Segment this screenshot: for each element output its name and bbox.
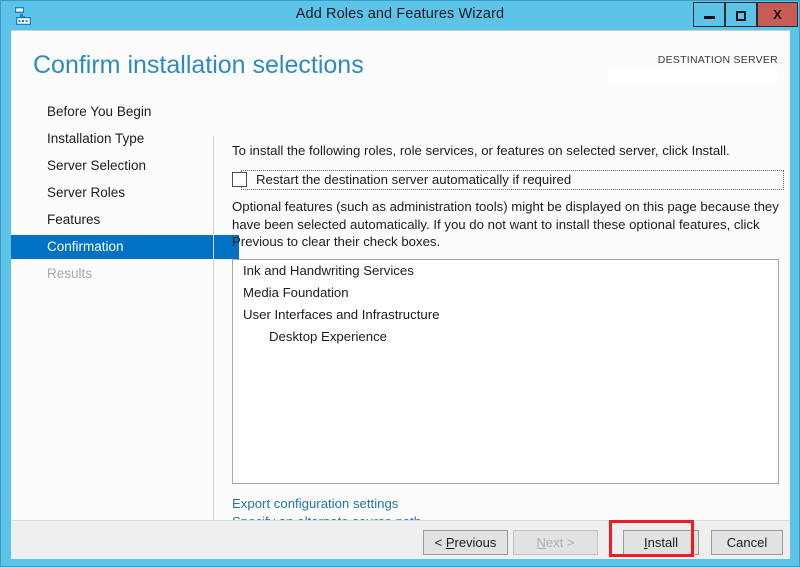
- install-button[interactable]: Install: [623, 530, 699, 555]
- restart-checkbox-label[interactable]: Restart the destination server automatic…: [256, 171, 571, 189]
- window-title: Add Roles and Features Wizard: [295, 6, 505, 22]
- sidebar-item-installation-type[interactable]: Installation Type: [11, 127, 203, 151]
- wizard-header: Confirm installation selections DESTINAT…: [11, 31, 790, 100]
- close-button[interactable]: X: [757, 2, 798, 27]
- destination-server-block: DESTINATION SERVER: [608, 54, 778, 83]
- list-item[interactable]: Desktop Experience: [233, 326, 778, 348]
- sidebar-item-server-roles[interactable]: Server Roles: [11, 181, 203, 205]
- cancel-button[interactable]: Cancel: [711, 530, 783, 555]
- wizard-sidebar: Before You Begin Installation Type Serve…: [11, 100, 239, 520]
- maximize-button[interactable]: [725, 2, 757, 27]
- list-item[interactable]: User Interfaces and Infrastructure: [233, 304, 778, 326]
- restart-checkbox-row[interactable]: Restart the destination server automatic…: [232, 170, 784, 191]
- selected-features-list[interactable]: Ink and Handwriting Services Media Found…: [232, 259, 779, 484]
- list-item[interactable]: Ink and Handwriting Services: [233, 260, 778, 282]
- page-title: Confirm installation selections: [33, 51, 364, 79]
- restart-checkbox[interactable]: [232, 172, 247, 187]
- sidebar-item-features[interactable]: Features: [11, 208, 203, 232]
- wizard-client-area: Confirm installation selections DESTINAT…: [11, 30, 790, 559]
- export-configuration-settings-link[interactable]: Export configuration settings: [232, 495, 421, 513]
- optional-features-text: Optional features (such as administratio…: [232, 199, 779, 249]
- next-button: Next >: [513, 530, 598, 555]
- wizard-footer: < Previous Next > Install Cancel: [11, 520, 790, 559]
- minimize-icon: [703, 16, 715, 20]
- destination-server-value: [608, 69, 778, 83]
- wizard-window: Add Roles and Features Wizard X Confirm …: [0, 0, 800, 567]
- destination-server-label: DESTINATION SERVER: [657, 54, 778, 66]
- title-bar: Add Roles and Features Wizard X: [1, 1, 799, 30]
- sidebar-item-before-you-begin[interactable]: Before You Begin: [11, 100, 203, 124]
- wizard-content: To install the following roles, role ser…: [214, 100, 790, 529]
- sidebar-item-server-selection[interactable]: Server Selection: [11, 154, 203, 178]
- maximize-icon: [736, 11, 746, 22]
- previous-button[interactable]: < Previous: [423, 530, 508, 555]
- intro-text: To install the following roles, role ser…: [232, 143, 730, 158]
- sidebar-item-results: Results: [47, 266, 93, 281]
- minimize-button[interactable]: [693, 2, 725, 27]
- sidebar-item-confirmation[interactable]: Confirmation: [11, 235, 239, 259]
- list-item[interactable]: Media Foundation: [233, 282, 778, 304]
